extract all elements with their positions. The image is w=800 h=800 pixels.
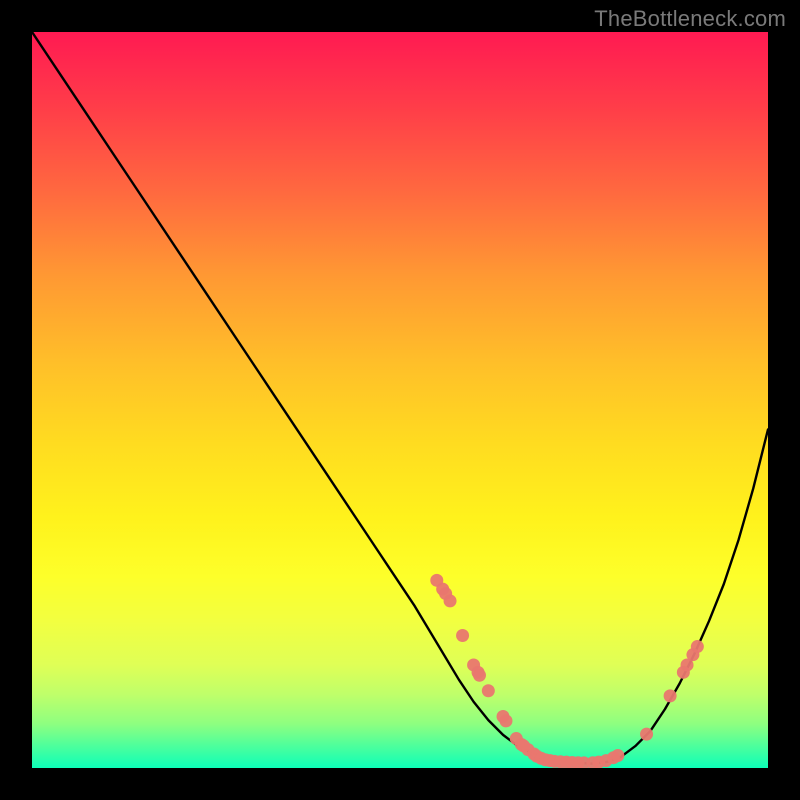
data-point — [611, 749, 624, 762]
data-point — [640, 728, 653, 741]
data-point — [473, 669, 486, 682]
plot-area — [32, 32, 768, 768]
data-point — [664, 689, 677, 702]
data-point — [456, 629, 469, 642]
data-points-group — [430, 574, 704, 768]
watermark-label: TheBottleneck.com — [594, 6, 786, 32]
data-point — [444, 594, 457, 607]
chart-container: TheBottleneck.com — [0, 0, 800, 800]
data-point — [499, 714, 512, 727]
data-point — [482, 684, 495, 697]
bottleneck-curve — [32, 32, 768, 764]
chart-svg — [32, 32, 768, 768]
data-point — [691, 640, 704, 653]
